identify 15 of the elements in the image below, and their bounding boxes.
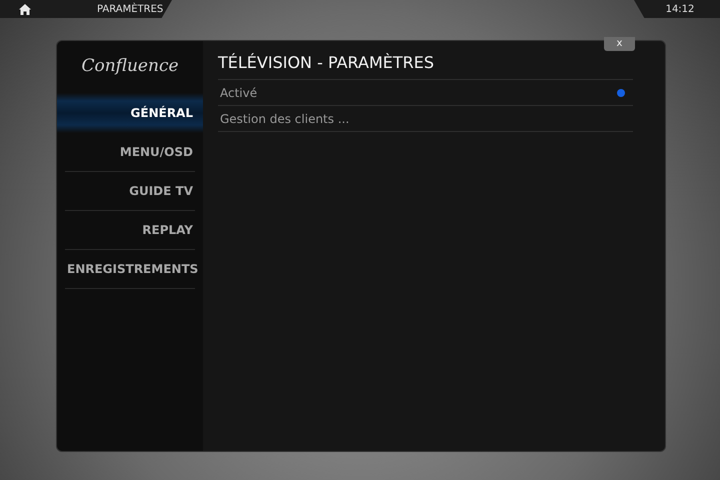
setting-row[interactable]: Gestion des clients ... [218, 106, 633, 132]
sidebar-item[interactable]: GÉNÉRAL [57, 93, 203, 133]
logo: Confluence [81, 55, 179, 78]
setting-label: Gestion des clients ... [220, 110, 350, 128]
setting-label: Activé [220, 84, 258, 102]
close-button[interactable]: x [604, 37, 635, 51]
sidebar-item[interactable]: GUIDE TV [65, 172, 195, 211]
sidebar-item[interactable]: REPLAY [65, 211, 195, 250]
dialog-title: TÉLÉVISION - PARAMÈTRES [218, 47, 633, 80]
sidebar-item[interactable]: ENREGISTREMENTS [65, 250, 195, 289]
sidebar-item[interactable]: MENU/OSD [65, 133, 195, 172]
clock: 14:12 [634, 0, 720, 18]
home-icon[interactable] [19, 4, 31, 14]
setting-row[interactable]: Activé [218, 80, 633, 106]
breadcrumb-text: PARAMÈTRES [97, 2, 164, 16]
